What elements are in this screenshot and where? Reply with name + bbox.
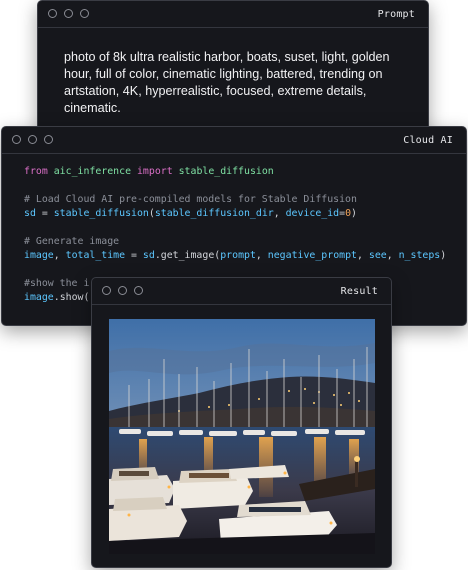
module-name: aic_inference <box>53 166 132 177</box>
code-window-title: Cloud AI <box>403 135 453 146</box>
result-window: Result <box>91 277 392 568</box>
result-window-titlebar: Result <box>92 278 391 305</box>
method-get-image: get_image <box>160 250 215 261</box>
prompt-window: Prompt photo of 8k ultra realistic harbo… <box>37 0 429 134</box>
code-line-1: from aic_inference import stable_diffusi… <box>24 166 274 177</box>
prompt-window-title: Prompt <box>377 9 415 20</box>
op-assign: = <box>125 250 143 261</box>
prompt-window-titlebar: Prompt <box>38 1 428 28</box>
op-assign: = <box>35 208 54 219</box>
code-window-titlebar: Cloud AI <box>2 127 466 154</box>
arg-n-steps: n_steps <box>398 250 441 261</box>
import-name: stable_diffusion <box>178 166 274 177</box>
var-sd: sd <box>24 208 36 219</box>
comma: , <box>273 208 286 219</box>
paren-open: ( <box>83 292 90 303</box>
comma: , <box>386 250 399 261</box>
result-window-title: Result <box>340 286 378 297</box>
window-controls <box>12 135 53 144</box>
minimize-dot-icon[interactable] <box>28 135 37 144</box>
window-controls <box>48 9 89 18</box>
arg-see: see <box>368 250 387 261</box>
code-line-4-comment: # Generate image <box>24 236 120 247</box>
kwarg-device-id: device_id <box>285 208 340 219</box>
harbor-photo-illustration <box>109 319 375 554</box>
close-dot-icon[interactable] <box>48 9 57 18</box>
maximize-dot-icon[interactable] <box>134 286 143 295</box>
code-line-5: image, total_time = sd.get_image(prompt,… <box>24 250 446 261</box>
comma: , <box>255 250 268 261</box>
comma: , <box>53 250 66 261</box>
minimize-dot-icon[interactable] <box>118 286 127 295</box>
maximize-dot-icon[interactable] <box>80 9 89 18</box>
method-show: show <box>59 292 84 303</box>
close-dot-icon[interactable] <box>102 286 111 295</box>
paren-close: ) <box>351 208 357 219</box>
code-line-7: image.show( <box>24 292 89 303</box>
minimize-dot-icon[interactable] <box>64 9 73 18</box>
arg-dir: stable_diffusion_dir <box>154 208 274 219</box>
arg-negative-prompt: negative_prompt <box>267 250 357 261</box>
comma: , <box>356 250 369 261</box>
var-total-time: total_time <box>65 250 126 261</box>
keyword-import: import <box>136 166 173 177</box>
var-image: image <box>24 250 54 261</box>
close-dot-icon[interactable] <box>12 135 21 144</box>
generated-harbor-image <box>109 319 375 554</box>
code-line-6-comment: #show the i <box>24 278 90 289</box>
code-line-3: sd = stable_diffusion(stable_diffusion_d… <box>24 208 357 219</box>
prompt-text: photo of 8k ultra realistic harbor, boat… <box>64 50 390 115</box>
maximize-dot-icon[interactable] <box>44 135 53 144</box>
obj-sd: sd <box>142 250 155 261</box>
arg-prompt: prompt <box>220 250 256 261</box>
paren-close: ) <box>440 250 447 261</box>
keyword-from: from <box>24 166 48 177</box>
window-controls <box>102 286 143 295</box>
code-line-2-comment: # Load Cloud AI pre-compiled models for … <box>24 194 357 205</box>
fn-stable-diffusion: stable_diffusion <box>53 208 149 219</box>
obj-image: image <box>24 292 54 303</box>
